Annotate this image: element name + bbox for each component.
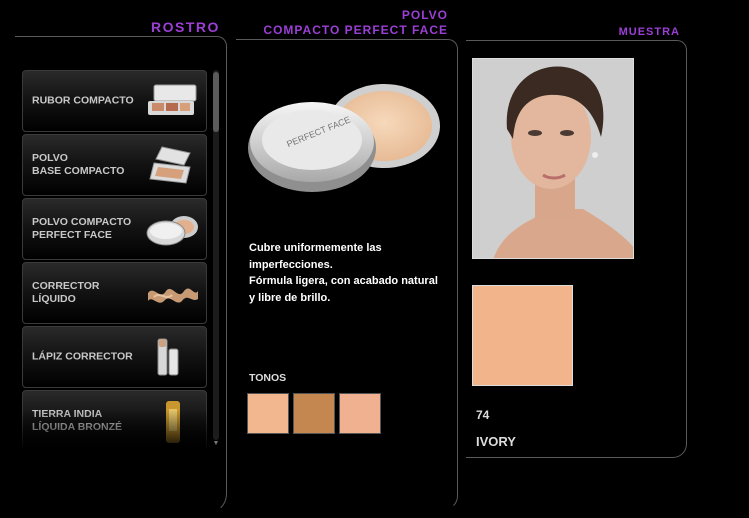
blush-compact-icon xyxy=(148,84,197,115)
description-line: Cubre uniformemente las xyxy=(249,242,382,254)
sidebar-item-label-line1: RUBOR COMPACTO xyxy=(32,94,134,107)
sidebar-item-label: LÁPIZ CORRECTOR xyxy=(32,351,142,364)
sidebar-item-label-line1: POLVO COMPACTO xyxy=(32,216,132,228)
model-portrait xyxy=(472,58,634,259)
description-line: y libre de brillo. xyxy=(249,291,331,304)
sidebar-item-label-line2: BASE COMPACTO xyxy=(32,165,125,177)
sidebar-item-tierra-india[interactable]: TIERRA INDIA LÍQUIDA BRONZÉ xyxy=(22,390,207,450)
sidebar-item-label-line2: PERFECT FACE xyxy=(32,229,112,241)
sidebar-item-corrector-liquido[interactable]: CORRECTOR LÍQUIDO xyxy=(22,262,207,324)
sidebar-item-label: POLVO BASE COMPACTO xyxy=(32,152,142,178)
sidebar-item-label-line2: LÍQUIDA BRONZÉ xyxy=(32,421,123,433)
sidebar-item-lapiz-corrector[interactable]: LÁPIZ CORRECTOR xyxy=(22,326,207,388)
sidebar-item-label: TIERRA INDIA LÍQUIDA BRONZÉ xyxy=(32,408,142,434)
description-line: imperfecciones. xyxy=(249,258,333,271)
sidebar-item-polvo-compacto-perfect-face[interactable]: POLVO COMPACTO PERFECT FACE xyxy=(22,198,207,260)
perfect-face-compact-icon xyxy=(146,216,198,246)
product-image: PERFECT FACE xyxy=(248,84,440,192)
product-sidebar: RUBOR COMPACTO POLVO BASE COMPACTO POLVO… xyxy=(22,70,207,450)
product-heading: POLVO COMPACTO PERFECT FACE xyxy=(240,8,448,38)
powder-compact-icon xyxy=(149,146,191,184)
selected-tone-sample xyxy=(472,285,573,386)
tone-name: IVORY xyxy=(476,434,516,449)
sidebar-item-label: CORRECTOR LÍQUIDO xyxy=(32,280,142,306)
sidebar-item-polvo-base-compacto[interactable]: POLVO BASE COMPACTO xyxy=(22,134,207,196)
sidebar-item-label-line1: TIERRA INDIA xyxy=(32,408,103,420)
tones-label: TONOS xyxy=(249,372,287,384)
scroll-down-arrow-icon[interactable]: ▼ xyxy=(212,440,220,447)
tone-swatch[interactable] xyxy=(339,393,381,434)
sidebar-scrollbar[interactable]: ▼ xyxy=(212,70,220,450)
tone-code: 74 xyxy=(476,408,490,422)
description-line: Fórmula ligera, con acabado natural xyxy=(249,275,438,287)
scroll-thumb[interactable] xyxy=(213,72,219,132)
product-heading-line1: POLVO xyxy=(401,8,448,22)
sidebar-item-label-line1: LÁPIZ CORRECTOR xyxy=(32,350,133,363)
liquid-corrector-icon xyxy=(148,288,198,303)
tone-swatch[interactable] xyxy=(247,393,289,434)
sidebar-item-label-line1: POLVO xyxy=(32,152,68,164)
sidebar-item-label: POLVO COMPACTO PERFECT FACE xyxy=(32,216,142,242)
product-heading-line2: COMPACTO PERFECT FACE xyxy=(263,23,448,37)
tone-swatch[interactable] xyxy=(293,393,335,434)
corrector-pencil-icon xyxy=(157,338,179,376)
sidebar-item-rubor-compacto[interactable]: RUBOR COMPACTO xyxy=(22,70,207,132)
muestra-heading: MUESTRA xyxy=(618,26,680,38)
product-description: Cubre uniformemente las imperfecciones. … xyxy=(249,240,449,306)
rostro-heading: ROSTRO xyxy=(151,19,220,35)
sidebar-item-label-line1: CORRECTOR LÍQUIDO xyxy=(32,280,100,305)
bronze-tube-icon xyxy=(166,401,180,443)
sidebar-item-label: RUBOR COMPACTO xyxy=(32,95,142,108)
